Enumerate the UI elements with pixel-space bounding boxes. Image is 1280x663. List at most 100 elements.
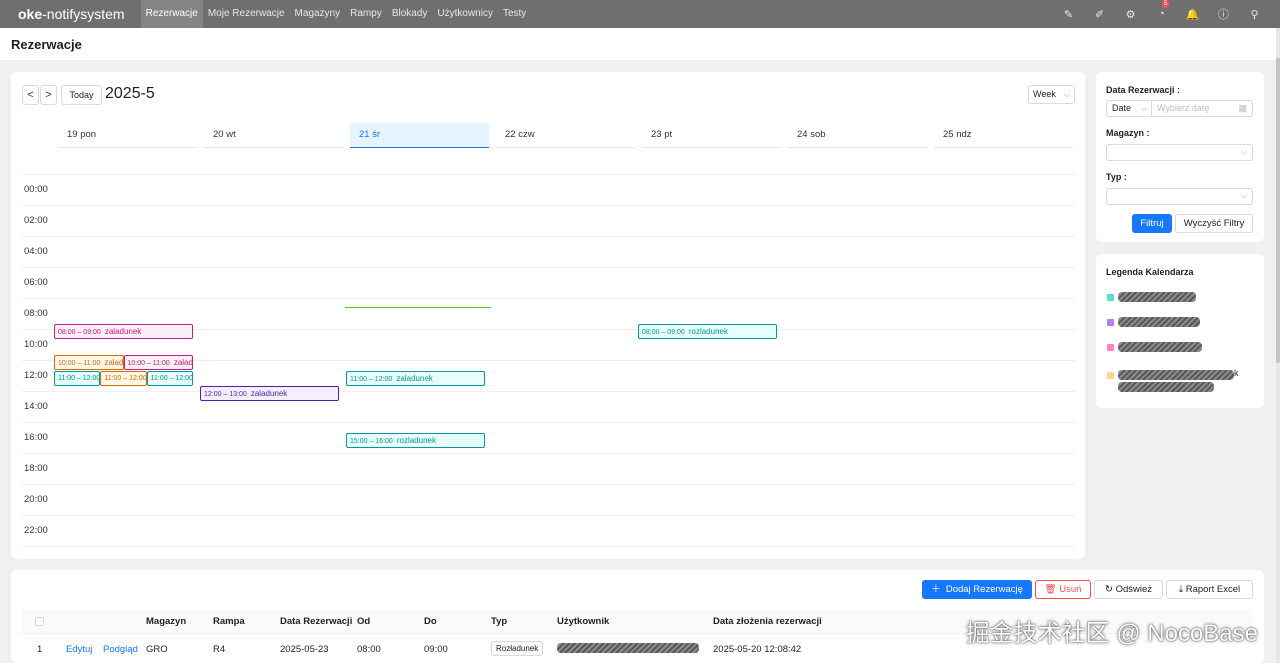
column-data-zlozenia[interactable]: Data złożenia rezerwacji <box>713 610 822 634</box>
time-label: 02:00 <box>24 215 48 226</box>
delete-button[interactable]: 🗑 Usuń <box>1035 580 1091 599</box>
event-time: 11:00 – 12:00 <box>58 374 101 382</box>
select-all-checkbox[interactable] <box>35 617 44 626</box>
add-reservation-label: Dodaj Rezerwację <box>945 584 1023 595</box>
day-header-5[interactable]: 24 sob <box>788 123 927 148</box>
trash-icon: 🗑 <box>1044 584 1060 595</box>
type-tag: Rozładunek <box>491 641 544 656</box>
nav-item-1[interactable]: Moje Rezerwacje <box>203 0 290 28</box>
cell-data: 2025-05-23 <box>280 644 329 655</box>
legend-swatch <box>1107 372 1114 379</box>
column-typ[interactable]: Typ <box>491 610 507 634</box>
event-time: 11:00 – 12:00 <box>150 374 193 382</box>
export-excel-button[interactable]: ⤓ Raport Excel <box>1166 580 1253 599</box>
hour-grid-line <box>22 453 1075 454</box>
clear-filters-button[interactable]: Wyczyść Filtry <box>1175 214 1253 233</box>
calendar-event[interactable]: 08:00 – 09:00 zaladunek <box>54 324 193 339</box>
hour-grid-line <box>22 236 1075 237</box>
column-rampa[interactable]: Rampa <box>213 610 245 634</box>
cell-magazyn: GRO <box>146 644 168 655</box>
day-header-4[interactable]: 23 pt <box>642 123 781 148</box>
watermark: 掘金技术社区 @ NocoBase <box>965 620 1258 647</box>
event-label: rozladunek <box>688 327 728 336</box>
current-time-indicator <box>345 307 491 308</box>
brush-icon[interactable]: ✎ <box>1053 8 1084 21</box>
nav-item-2[interactable]: Magazyny <box>290 0 346 28</box>
row-index: 1 <box>37 644 43 655</box>
edit-link[interactable]: Edytuj <box>66 644 92 655</box>
app-logo[interactable]: oke-notifysystem <box>18 6 125 22</box>
date-type-select[interactable]: Date ⌵ <box>1107 101 1152 116</box>
chevron-down-icon: ⌵ <box>1240 147 1247 156</box>
calendar-next-button[interactable]: > <box>40 85 57 105</box>
event-label: zaladunek <box>104 327 142 336</box>
day-header-6[interactable]: 25 ndz <box>934 123 1073 148</box>
calendar-event[interactable]: 11:00 – 12:00 <box>100 370 147 386</box>
checklist-icon[interactable]: ◔ 5 <box>1146 0 1177 20</box>
calendar-event[interactable]: 10:00 – 11:00 zalad <box>123 355 193 370</box>
refresh-icon: ↻ <box>1104 584 1116 595</box>
add-reservation-button[interactable]: ＋ Dodaj Rezerwację <box>922 580 1032 599</box>
view-select[interactable]: Week ⌵ <box>1028 85 1075 104</box>
user-icon[interactable]: ⚲ <box>1239 8 1270 21</box>
cell-data-zlozenia: 2025-05-20 12:08:42 <box>713 644 802 655</box>
day-header-2[interactable]: 21 śr <box>350 123 489 148</box>
redacted-legend-label <box>1118 317 1200 327</box>
refresh-button[interactable]: ↻ Odśwież <box>1094 580 1163 599</box>
page-scrollbar[interactable] <box>1276 28 1280 663</box>
event-time: 10:00 – 11:00 <box>58 360 101 367</box>
calendar-event[interactable]: 10:00 – 11:00 zalad <box>54 355 124 370</box>
nav-item-6[interactable]: Testy <box>498 0 531 28</box>
type-select[interactable]: ⌵ <box>1106 188 1253 205</box>
bell-icon[interactable]: 🔔 <box>1177 8 1208 21</box>
page-title: Rezerwacje <box>11 37 82 52</box>
calendar-event[interactable]: 12:00 – 13:00 zaladunek <box>200 386 339 401</box>
time-label: 18:00 <box>24 463 48 474</box>
event-label: zaladunek <box>250 389 288 398</box>
column-od[interactable]: Od <box>357 610 370 634</box>
export-label: Raport Excel <box>1185 584 1241 595</box>
nav-item-4[interactable]: Blokady <box>387 0 433 28</box>
scrollbar-thumb[interactable] <box>1276 58 1280 363</box>
view-select-value: Week <box>1033 89 1056 99</box>
column-magazyn[interactable]: Magazyn <box>146 610 186 634</box>
gear-icon[interactable]: ⚙ <box>1115 8 1146 21</box>
refresh-label: Odśwież <box>1115 584 1153 595</box>
view-link[interactable]: Podgląd <box>103 644 138 655</box>
calendar-event[interactable]: 11:00 – 12:00 <box>146 370 193 386</box>
help-icon[interactable]: ⓘ <box>1208 6 1239 22</box>
apply-filter-button[interactable]: Filtruj <box>1132 214 1172 233</box>
column-do[interactable]: Do <box>424 610 437 634</box>
hour-grid-line <box>22 484 1075 485</box>
day-header-3[interactable]: 22 czw <box>496 123 635 148</box>
column-uzytkownik[interactable]: Użytkownik <box>557 610 609 634</box>
chevron-down-icon: ⌵ <box>1140 104 1147 113</box>
column-data[interactable]: Data Rezerwacji <box>280 610 352 634</box>
chevron-down-icon: ⌵ <box>1063 90 1070 99</box>
hour-grid-line <box>22 391 1075 392</box>
calendar-event[interactable]: 15:00 – 16:00 rozladunek <box>346 432 485 448</box>
redacted-legend-label <box>1118 382 1214 392</box>
date-filter-input[interactable]: Date ⌵ Wybierz datę ▦ <box>1106 100 1253 117</box>
calendar-event[interactable]: 11:00 – 12:00 <box>54 370 101 386</box>
top-navbar: oke-notifysystem Rezerwacje Moje Rezerwac… <box>0 0 1280 28</box>
calendar-event[interactable]: 11:00 – 12:00 zaladunek <box>346 370 485 386</box>
calendar-prev-button[interactable]: < <box>22 85 39 105</box>
day-header-0[interactable]: 19 pon <box>58 123 197 148</box>
nav-item-5[interactable]: Użytkownicy <box>432 0 498 28</box>
time-label: 06:00 <box>24 277 48 288</box>
date-picker-placeholder[interactable]: Wybierz datę <box>1157 101 1209 116</box>
nav-item-3[interactable]: Rampy <box>345 0 387 28</box>
event-time: 10:00 – 11:00 <box>127 360 170 367</box>
day-header-1[interactable]: 20 wt <box>204 123 343 148</box>
event-label: zalad <box>173 358 193 367</box>
time-label: 20:00 <box>24 494 48 505</box>
hour-grid-line <box>22 515 1075 516</box>
nav-item-0[interactable]: Rezerwacje <box>140 0 203 28</box>
calendar-event[interactable]: 08:00 – 09:00 rozladunek <box>638 324 777 339</box>
redacted-user <box>557 643 699 653</box>
warehouse-select[interactable]: ⌵ <box>1106 144 1253 161</box>
highlighter-icon[interactable]: ✐ <box>1084 8 1115 21</box>
today-button[interactable]: Today <box>61 85 102 105</box>
delete-label: Usuń <box>1059 584 1082 595</box>
